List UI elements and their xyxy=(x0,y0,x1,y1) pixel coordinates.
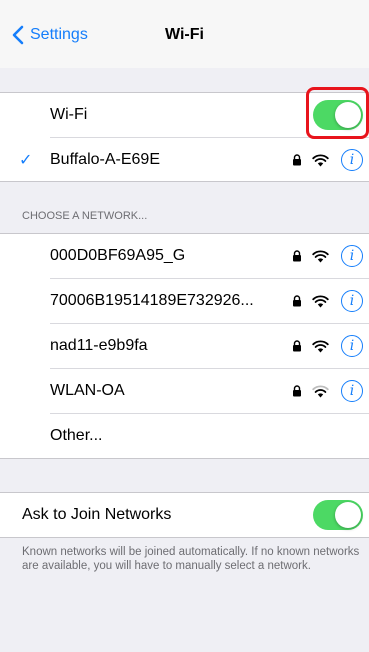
network-accessories: i xyxy=(292,149,363,171)
lock-icon xyxy=(293,340,301,352)
info-icon[interactable]: i xyxy=(341,149,363,171)
wifi-signal-icon xyxy=(312,249,329,262)
info-icon[interactable]: i xyxy=(341,335,363,357)
network-row[interactable]: 000D0BF69A95_G i xyxy=(0,234,369,278)
network-row[interactable]: WLAN-OA i xyxy=(0,369,369,413)
info-icon[interactable]: i xyxy=(341,290,363,312)
ask-to-join-label: Ask to Join Networks xyxy=(22,506,172,523)
connected-network-row[interactable]: ✓ Buffalo-A-E69E i xyxy=(0,138,369,182)
network-accessories: i xyxy=(292,245,363,267)
wifi-label: Wi-Fi xyxy=(50,106,88,123)
network-row[interactable]: 70006B19514189E732926... i xyxy=(0,279,369,323)
network-name: nad11-e9b9fa xyxy=(50,337,148,354)
network-name: 70006B19514189E732926... xyxy=(50,292,254,309)
other-label: Other... xyxy=(50,427,103,444)
ask-to-join-row: Ask to Join Networks xyxy=(0,493,369,537)
wifi-signal-icon xyxy=(312,339,329,352)
section-header: CHOOSE A NETWORK... xyxy=(22,210,148,222)
toggle-highlight-box xyxy=(306,87,369,139)
connected-network-name: Buffalo-A-E69E xyxy=(50,151,160,168)
wifi-signal-icon xyxy=(312,153,329,166)
lock-icon xyxy=(293,250,301,262)
network-row[interactable]: nad11-e9b9fa i xyxy=(0,324,369,368)
network-accessories: i xyxy=(292,380,363,402)
lock-icon xyxy=(293,385,301,397)
ask-to-join-footer: Known networks will be joined automatica… xyxy=(22,546,360,572)
ask-to-join-group: Ask to Join Networks xyxy=(0,492,369,538)
networks-group: 000D0BF69A95_G i 70006B19514189E732926..… xyxy=(0,233,369,459)
page-title: Wi-Fi xyxy=(165,26,204,43)
lock-icon xyxy=(293,154,301,166)
network-accessories: i xyxy=(292,290,363,312)
wifi-signal-icon xyxy=(312,294,329,307)
navigation-bar: Settings Wi-Fi xyxy=(0,0,369,68)
ask-to-join-toggle[interactable] xyxy=(313,500,363,530)
network-name: WLAN-OA xyxy=(50,382,125,399)
lock-icon xyxy=(293,295,301,307)
network-name: 000D0BF69A95_G xyxy=(50,247,186,264)
wifi-signal-weak-icon xyxy=(312,384,329,397)
info-icon[interactable]: i xyxy=(341,245,363,267)
toggle-knob xyxy=(335,502,361,528)
other-network-row[interactable]: Other... xyxy=(0,414,369,458)
checkmark-icon: ✓ xyxy=(19,152,33,169)
info-icon[interactable]: i xyxy=(341,380,363,402)
network-accessories: i xyxy=(292,335,363,357)
